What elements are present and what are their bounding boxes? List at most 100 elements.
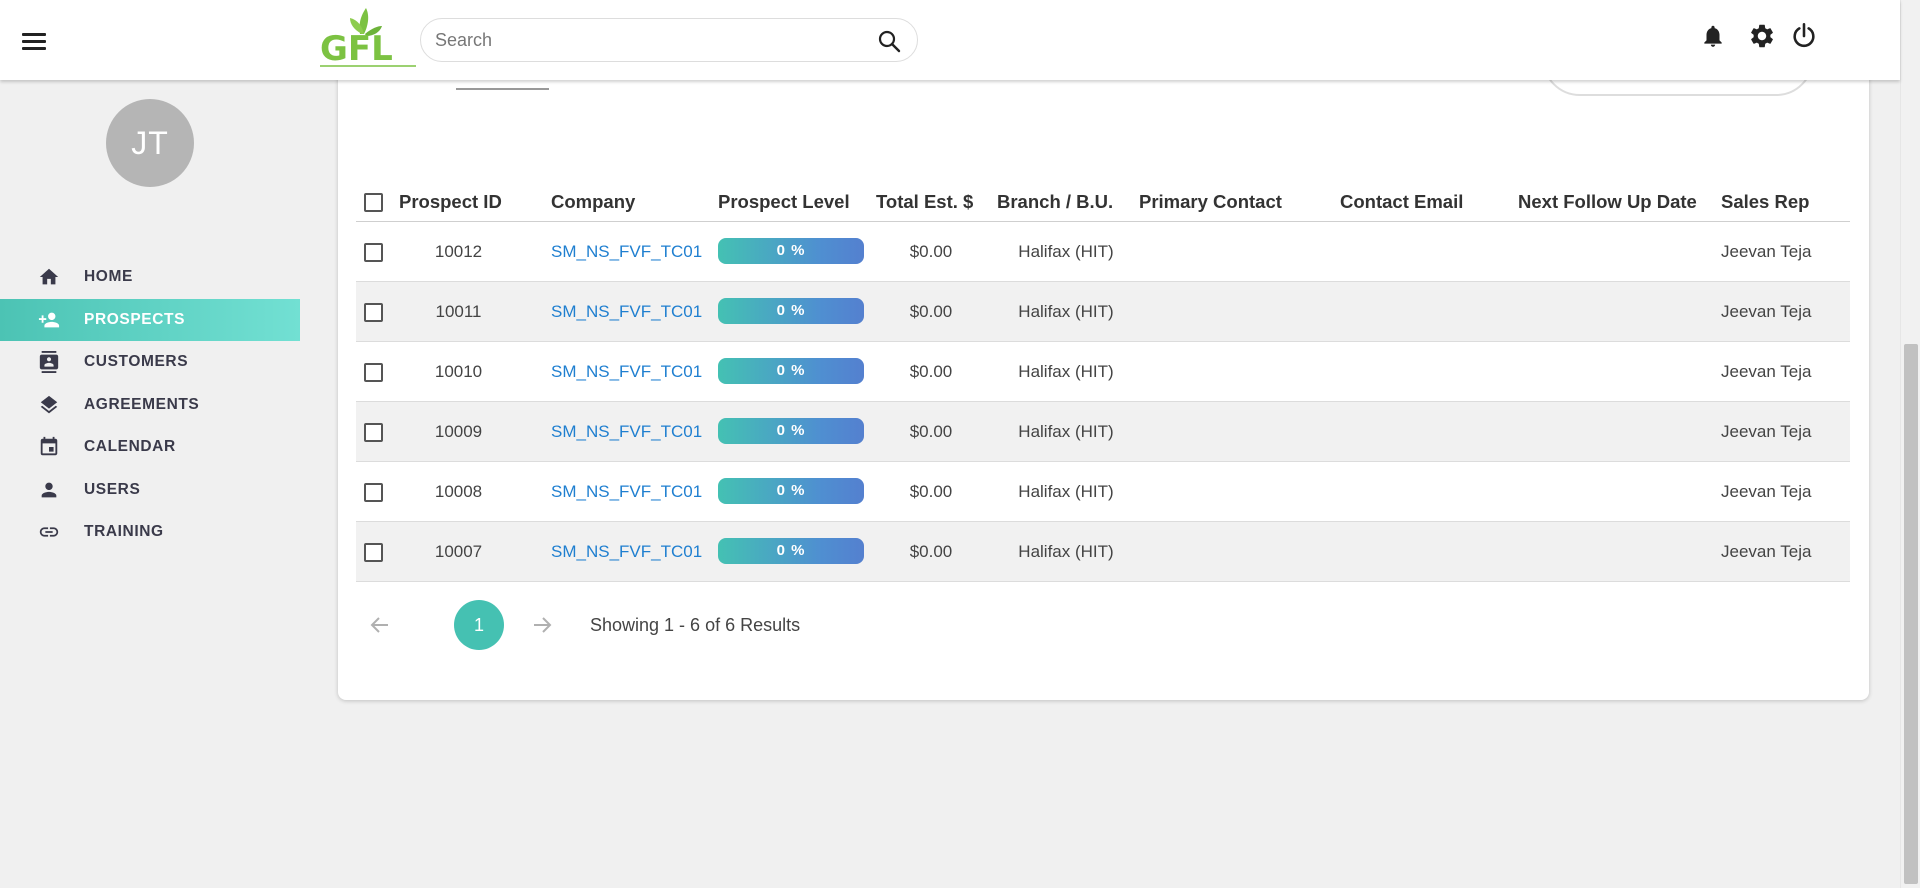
sales-rep-value: Jeevan Teja <box>1721 362 1812 381</box>
column-header-prospect-level[interactable]: Prospect Level <box>718 182 850 222</box>
row-checkbox[interactable] <box>364 543 383 562</box>
total-est-value: $0.00 <box>909 482 953 501</box>
prospect-id: 10011 <box>435 302 482 321</box>
sidebar-item-label: USERS <box>84 480 141 498</box>
sidebar-item-customers[interactable]: CUSTOMERS <box>0 341 300 384</box>
prospect-level-bar: 0 % <box>718 298 864 324</box>
total-est-value: $0.00 <box>909 242 953 261</box>
company-link[interactable]: SM_NS_FVF_TC01 <box>551 302 702 321</box>
column-header-sales-rep[interactable]: Sales Rep <box>1721 182 1809 222</box>
column-header-company[interactable]: Company <box>551 182 635 222</box>
total-est-value: $0.00 <box>909 542 953 561</box>
sales-rep-value: Jeevan Teja <box>1721 482 1812 501</box>
sidebar-item-label: AGREEMENTS <box>84 395 200 413</box>
prospect-level-bar: 0 % <box>718 238 864 264</box>
sales-rep-value: Jeevan Teja <box>1721 242 1812 261</box>
prospect-level-bar: 0 % <box>718 358 864 384</box>
branch-value: Halifax (HIT) <box>1018 302 1114 321</box>
row-checkbox[interactable] <box>364 483 383 502</box>
row-checkbox[interactable] <box>364 363 383 382</box>
contacts-icon <box>39 351 59 374</box>
search-icon[interactable] <box>877 29 901 53</box>
calendar-icon <box>40 437 58 456</box>
column-header-prospect-id[interactable]: Prospect ID <box>399 182 502 222</box>
results-summary: Showing 1 - 6 of 6 Results <box>590 615 801 635</box>
bell-icon[interactable] <box>1700 22 1726 50</box>
prospect-id: 10012 <box>434 242 483 261</box>
company-link[interactable]: SM_NS_FVF_TC01 <box>551 422 702 441</box>
row-checkbox[interactable] <box>364 303 383 322</box>
sidebar-item-home[interactable]: HOME <box>0 256 300 299</box>
search-input[interactable] <box>435 19 855 61</box>
table-header: Prospect ID Company Prospect Level Total… <box>356 182 1850 222</box>
branch-value: Halifax (HIT) <box>1018 482 1114 501</box>
menu-icon[interactable] <box>22 33 46 51</box>
sidebar-item-label: CALENDAR <box>84 438 176 456</box>
sidebar-item-agreements[interactable]: AGREEMENTS <box>0 384 300 427</box>
gear-icon[interactable] <box>1748 22 1776 50</box>
top-bar: GFL <box>0 0 1900 80</box>
home-icon <box>39 269 59 285</box>
total-est-value: $0.00 <box>909 362 953 381</box>
arrow-right-icon[interactable] <box>530 613 554 637</box>
sales-rep-value: Jeevan Teja <box>1721 542 1812 561</box>
row-checkbox[interactable] <box>364 243 383 262</box>
sidebar-item-label: HOME <box>84 268 133 286</box>
sidebar-item-prospects[interactable]: PROSPECTS <box>0 298 300 341</box>
branch-value: Halifax (HIT) <box>1018 242 1114 261</box>
page-scrollbar[interactable] <box>1900 0 1920 888</box>
column-header-total-est[interactable]: Total Est. $ <box>876 182 973 222</box>
column-header-next-follow-up[interactable]: Next Follow Up Date <box>1518 182 1697 222</box>
company-link[interactable]: SM_NS_FVF_TC01 <box>551 482 702 501</box>
person-add-icon <box>38 312 60 328</box>
table-row[interactable]: 10009 SM_NS_FVF_TC01 0 % $0.00 Halifax (… <box>356 402 1850 462</box>
column-header-primary-contact[interactable]: Primary Contact <box>1139 182 1282 222</box>
company-link[interactable]: SM_NS_FVF_TC01 <box>551 362 702 381</box>
sidebar-item-label: TRAINING <box>84 523 164 541</box>
tab-indicator <box>456 88 549 90</box>
svg-text:GFL: GFL <box>320 29 393 69</box>
sidebar-item-label: CUSTOMERS <box>84 353 189 371</box>
link-icon <box>39 527 59 537</box>
prospects-card: Prospect ID Company Prospect Level Total… <box>338 20 1869 700</box>
scrollbar-thumb[interactable] <box>1904 344 1918 884</box>
sales-rep-value: Jeevan Teja <box>1721 302 1812 321</box>
company-link[interactable]: SM_NS_FVF_TC01 <box>551 542 702 561</box>
prospect-id: 10010 <box>434 362 483 381</box>
arrow-left-icon[interactable] <box>368 613 392 637</box>
avatar[interactable]: JT <box>106 99 194 187</box>
sidebar: JT HOME PROSPECTS CUSTOMERS AGREEMENTS C… <box>0 80 300 888</box>
prospect-id: 10007 <box>434 542 483 561</box>
sidebar-nav: HOME PROSPECTS CUSTOMERS AGREEMENTS CALE… <box>0 256 300 554</box>
branch-value: Halifax (HIT) <box>1018 422 1114 441</box>
table-row[interactable]: 10012 SM_NS_FVF_TC01 0 % $0.00 Halifax (… <box>356 222 1850 282</box>
column-header-contact-email[interactable]: Contact Email <box>1340 182 1463 222</box>
branch-value: Halifax (HIT) <box>1018 542 1114 561</box>
total-est-value: $0.00 <box>909 302 953 321</box>
table-row[interactable]: 10008 SM_NS_FVF_TC01 0 % $0.00 Halifax (… <box>356 462 1850 522</box>
prospect-level-bar: 0 % <box>718 418 864 444</box>
layers-icon <box>40 395 58 414</box>
search-bar <box>420 18 918 62</box>
sidebar-item-training[interactable]: TRAINING <box>0 511 300 554</box>
company-link[interactable]: SM_NS_FVF_TC01 <box>551 242 702 261</box>
sidebar-item-calendar[interactable]: CALENDAR <box>0 426 300 469</box>
prospect-level-bar: 0 % <box>718 478 864 504</box>
table-row[interactable]: 10011 SM_NS_FVF_TC01 0 % $0.00 Halifax (… <box>356 282 1850 342</box>
table-row[interactable]: 10007 SM_NS_FVF_TC01 0 % $0.00 Halifax (… <box>356 522 1850 582</box>
row-checkbox[interactable] <box>364 423 383 442</box>
prospect-level-bar: 0 % <box>718 538 864 564</box>
table-row[interactable]: 10010 SM_NS_FVF_TC01 0 % $0.00 Halifax (… <box>356 342 1850 402</box>
prospect-id: 10009 <box>434 422 483 441</box>
power-icon[interactable] <box>1790 22 1818 50</box>
sidebar-item-users[interactable]: USERS <box>0 469 300 512</box>
sales-rep-value: Jeevan Teja <box>1721 422 1812 441</box>
sidebar-item-label: PROSPECTS <box>84 310 186 328</box>
page-1-button[interactable]: 1 <box>454 600 504 650</box>
person-icon <box>41 482 57 498</box>
select-all-checkbox[interactable] <box>364 193 383 212</box>
prospects-table: Prospect ID Company Prospect Level Total… <box>356 182 1850 582</box>
prospect-id: 10008 <box>434 482 483 501</box>
column-header-branch[interactable]: Branch / B.U. <box>997 182 1113 222</box>
gfl-logo[interactable]: GFL <box>318 4 418 70</box>
